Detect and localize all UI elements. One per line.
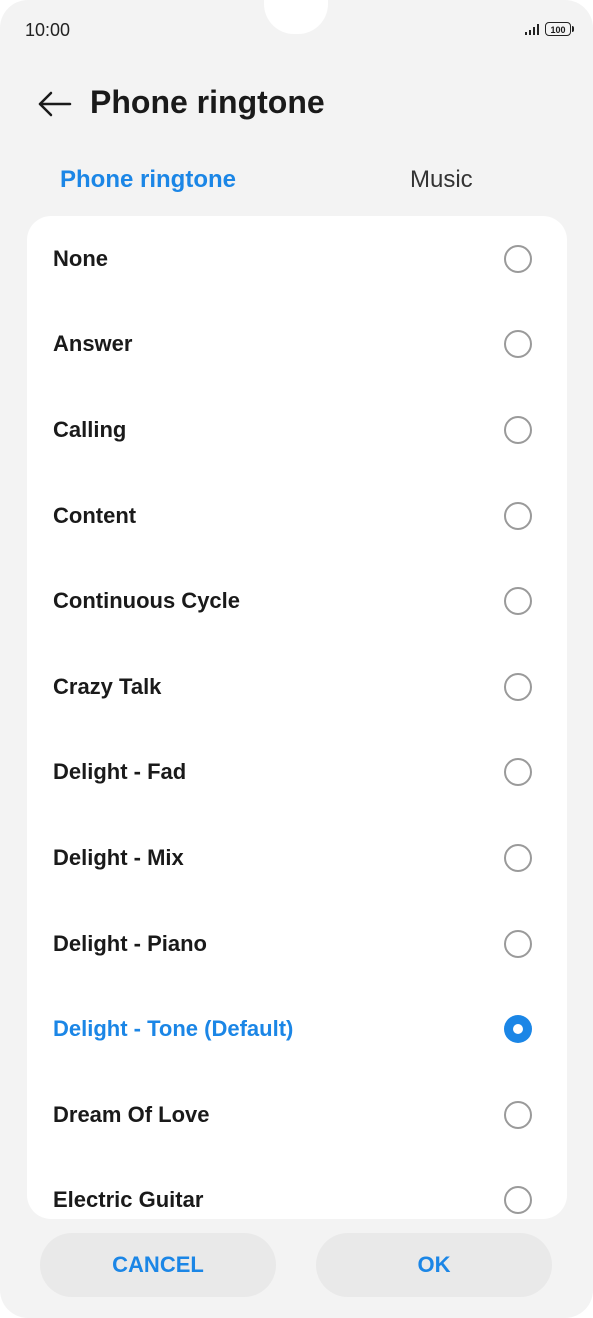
battery-icon: 100 <box>545 22 574 36</box>
ringtone-item[interactable]: Continuous Cycle <box>27 558 567 644</box>
radio-unchecked-icon[interactable] <box>504 758 532 787</box>
ringtone-item[interactable]: Delight - Piano <box>27 901 567 987</box>
radio-unchecked-icon[interactable] <box>504 672 532 701</box>
tab-bar: Phone ringtone Music <box>0 166 593 206</box>
phone-screen: 10:00 100 Phone ringtone Phone ringtone … <box>0 0 593 1318</box>
signal-icon <box>525 23 539 35</box>
ringtone-label: Continuous Cycle <box>53 588 241 614</box>
ringtone-item[interactable]: Answer <box>27 302 567 388</box>
ringtone-label: Delight - Piano <box>53 930 207 956</box>
ringtone-item[interactable]: Delight - Mix <box>27 815 567 901</box>
arrow-left-icon[interactable] <box>36 88 74 120</box>
ringtone-item[interactable]: Calling <box>27 387 567 473</box>
ringtone-label: Answer <box>53 331 133 357</box>
battery-level: 100 <box>550 25 566 35</box>
ringtone-label: Crazy Talk <box>53 673 162 699</box>
status-bar: 10:00 100 <box>0 0 593 60</box>
ringtone-label: Delight - Fad <box>53 759 187 785</box>
radio-unchecked-icon[interactable] <box>504 415 532 444</box>
radio-unchecked-icon[interactable] <box>504 244 532 273</box>
radio-unchecked-icon[interactable] <box>504 1100 532 1129</box>
ringtone-list: None Answer Calling Content Continuous Cycle… <box>27 216 567 1219</box>
ringtone-label: Electric Guitar <box>53 1187 204 1213</box>
ringtone-item[interactable]: Content <box>27 473 567 559</box>
tab-music[interactable]: Music <box>410 166 473 194</box>
ringtone-item[interactable]: Delight - Fad <box>27 730 567 816</box>
radio-unchecked-icon[interactable] <box>504 587 532 616</box>
radio-unchecked-icon[interactable] <box>504 843 532 872</box>
status-time: 10:00 <box>25 20 71 40</box>
ringtone-item[interactable]: Electric Guitar <box>27 1158 567 1219</box>
ringtone-item[interactable]: None <box>27 216 567 302</box>
radio-unchecked-icon[interactable] <box>504 501 532 530</box>
ringtone-item[interactable]: Dream Of Love <box>27 1072 567 1158</box>
ringtone-label: Calling <box>53 416 127 442</box>
ringtone-label: Dream Of Love <box>53 1101 210 1127</box>
ringtone-label: Delight - Tone (Default) <box>53 1016 294 1042</box>
status-icons: 100 <box>525 22 574 36</box>
ringtone-label: Content <box>53 502 137 528</box>
ringtone-label: Delight - Mix <box>53 844 184 870</box>
radio-unchecked-icon[interactable] <box>504 1186 532 1215</box>
ringtone-label: None <box>53 245 108 271</box>
ok-button[interactable]: OK <box>316 1233 552 1297</box>
radio-unchecked-icon[interactable] <box>504 330 532 359</box>
tab-phone-ringtone[interactable]: Phone ringtone <box>60 166 236 194</box>
page-title: Phone ringtone <box>90 84 325 120</box>
cancel-button[interactable]: CANCEL <box>40 1233 276 1297</box>
radio-unchecked-icon[interactable] <box>504 929 532 958</box>
ringtone-item[interactable]: Delight - Tone (Default) <box>27 986 567 1072</box>
app-header: Phone ringtone <box>0 72 593 136</box>
dialog-footer: CANCEL OK <box>0 1231 593 1301</box>
ringtone-item[interactable]: Crazy Talk <box>27 644 567 730</box>
radio-checked-icon[interactable] <box>504 1015 532 1044</box>
